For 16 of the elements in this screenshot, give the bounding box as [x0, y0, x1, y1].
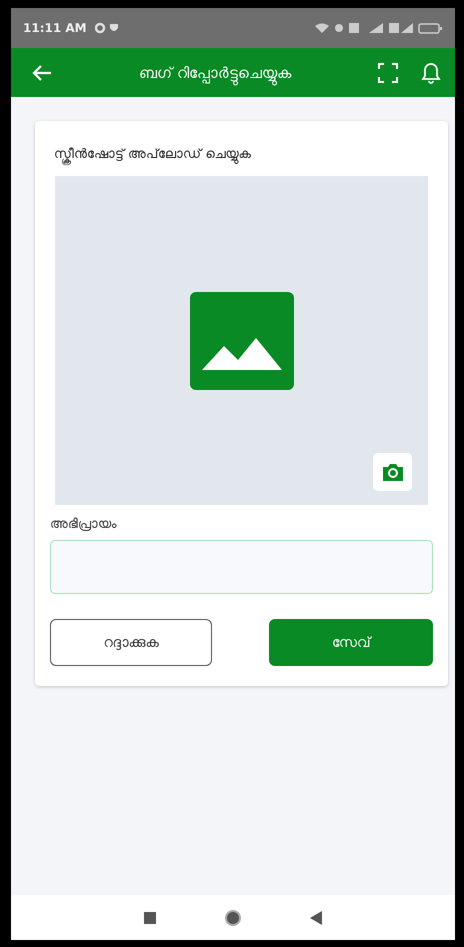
camera-button[interactable]: [373, 453, 412, 491]
comment-label: അഭിപ്രായം: [50, 517, 118, 532]
camera-icon: [382, 463, 404, 481]
status-icons-drawing: [94, 22, 121, 34]
cancel-button[interactable]: റദ്ദാക്കുക: [50, 619, 212, 666]
fullscreen-icon[interactable]: [377, 62, 399, 84]
home-icon[interactable]: [224, 908, 242, 926]
back-nav-icon[interactable]: [310, 910, 322, 924]
bell-icon[interactable]: [421, 62, 441, 84]
image-icon: [190, 292, 294, 390]
comment-field[interactable]: [50, 540, 433, 594]
status-time: 11:11 AM: [23, 21, 87, 35]
recents-icon[interactable]: [144, 912, 156, 924]
save-button[interactable]: സേവ്: [269, 619, 433, 666]
screenshot-upload-area[interactable]: [55, 176, 428, 505]
back-icon[interactable]: [31, 64, 53, 82]
